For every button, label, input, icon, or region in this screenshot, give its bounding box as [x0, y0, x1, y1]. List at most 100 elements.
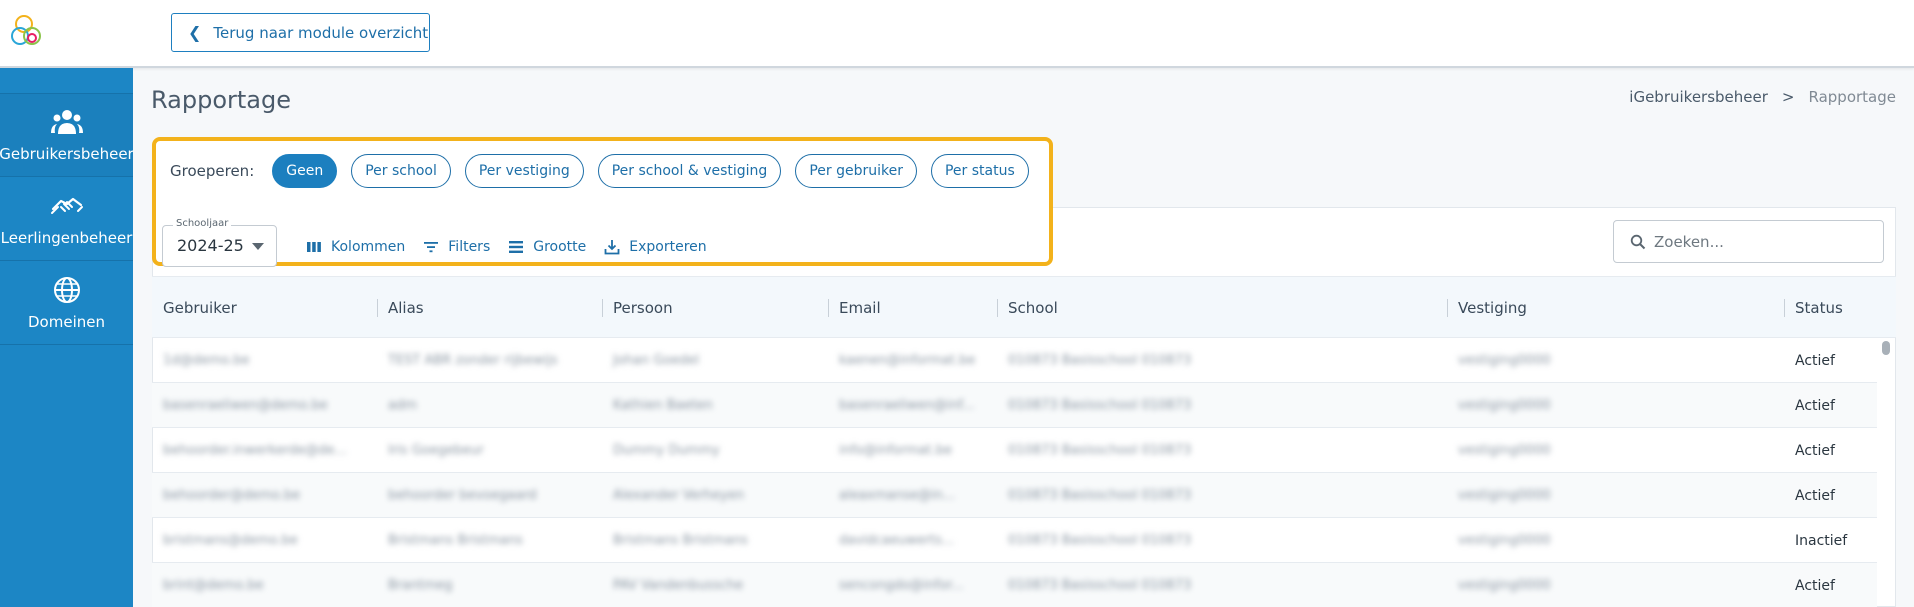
columns-label: Kolommen: [331, 239, 406, 255]
cell-school: 010873 Basisschool 010873: [1008, 578, 1192, 593]
cell-status: Actief: [1795, 352, 1835, 369]
column-header-label: Status: [1795, 299, 1843, 317]
cell-gebruiker: behoorder.inwerkerde@de...: [163, 443, 347, 458]
column-header-status[interactable]: Status: [1784, 277, 1894, 339]
group-chip-geen[interactable]: Geen: [272, 154, 338, 188]
cell-email: info@informat.be: [839, 443, 952, 458]
column-header-email[interactable]: Email: [828, 277, 997, 339]
group-chip-per-status[interactable]: Per status: [930, 154, 1029, 188]
cell-vestiging: vestiging0000: [1458, 443, 1551, 458]
column-header-gebruiker[interactable]: Gebruiker: [152, 277, 377, 339]
cell-alias: Bristmans Bristmans: [388, 533, 523, 548]
cell-vestiging: vestiging0000: [1458, 533, 1551, 548]
grouping-label: Groeperen:: [170, 162, 255, 180]
cell-email: sencongdo@infor...: [839, 578, 964, 593]
filters-button[interactable]: Filters: [423, 239, 490, 255]
grouping-toolbar-highlight: Groeperen: Geen Per school Per vestiging…: [152, 137, 1053, 267]
export-button[interactable]: Exporteren: [604, 239, 707, 255]
export-label: Exporteren: [629, 239, 707, 255]
cell-email: davidcaeuwerts...: [839, 533, 955, 548]
column-header-label: Persoon: [613, 299, 673, 317]
cell-persoon: Alexander Verheyen: [613, 488, 745, 503]
cell-status: Actief: [1795, 487, 1835, 504]
cell-alias: Iris Goegebeur: [388, 443, 484, 458]
cell-alias: behoorder bevoegaard: [388, 488, 537, 503]
group-chip-per-vestiging[interactable]: Per vestiging: [464, 154, 584, 188]
density-button[interactable]: Grootte: [508, 239, 586, 255]
back-to-modules-button[interactable]: ❮ Terug naar module overzicht: [171, 13, 430, 52]
sidebar-item-label: Domeinen: [28, 312, 105, 331]
column-separator[interactable]: [828, 299, 829, 317]
cell-gebruiker: behoorder@demo.be: [163, 488, 301, 503]
cell-gebruiker: bristmans@demo.be: [163, 533, 298, 548]
sidebar: Gebruikersbeheer Leerlingenbeheer Domein…: [0, 68, 134, 607]
cell-school: 010873 Basisschool 010873: [1008, 443, 1192, 458]
cell-gebruiker: basenraeliwen@demo.be: [163, 398, 328, 413]
table-body: 1d@demo.be TEST ABR zonder rijbewijs Joh…: [152, 338, 1877, 607]
cell-vestiging: vestiging0000: [1458, 398, 1551, 413]
table-row[interactable]: basenraeliwen@demo.be adm Kathien Baeten…: [152, 383, 1877, 428]
cell-status: Actief: [1795, 397, 1835, 414]
cell-gebruiker: 1d@demo.be: [163, 353, 250, 368]
table-row[interactable]: bristmans@demo.be Bristmans Bristmans Br…: [152, 518, 1877, 563]
cell-school: 010873 Basisschool 010873: [1008, 488, 1192, 503]
schoolyear-select[interactable]: Schooljaar 2024-25: [162, 218, 277, 267]
column-header-school[interactable]: School: [997, 277, 1447, 339]
cell-email: basenraeliwen@inf...: [839, 398, 975, 413]
cell-alias: TEST ABR zonder rijbewijs: [388, 353, 558, 368]
column-header-persoon[interactable]: Persoon: [602, 277, 828, 339]
cell-school: 010873 Basisschool 010873: [1008, 353, 1192, 368]
table-row[interactable]: brint@demo.be Brantmeg PAV Vandenbussche…: [152, 563, 1877, 607]
table-tools: Kolommen Filters Grootte Exporteren: [306, 239, 707, 255]
search-icon: [1630, 234, 1646, 249]
cell-vestiging: vestiging0000: [1458, 353, 1551, 368]
cell-status: Inactief: [1795, 532, 1848, 549]
group-chip-per-school[interactable]: Per school: [351, 154, 451, 188]
breadcrumb-current: Rapportage: [1808, 88, 1897, 106]
sidebar-item-label: Leerlingenbeheer: [0, 228, 133, 247]
breadcrumb: iGebruikersbeheer > Rapportage: [1629, 88, 1896, 106]
column-separator[interactable]: [377, 299, 378, 317]
column-header-label: Alias: [388, 299, 424, 317]
users-icon: [50, 110, 83, 134]
sidebar-item-leerlingenbeheer[interactable]: Leerlingenbeheer: [0, 177, 133, 261]
app-logo[interactable]: [10, 12, 48, 52]
sidebar-item-gebruikersbeheer[interactable]: Gebruikersbeheer: [0, 93, 134, 177]
sidebar-item-domeinen[interactable]: Domeinen: [0, 261, 133, 345]
group-chip-per-school-vestiging[interactable]: Per school & vestiging: [597, 154, 782, 188]
top-bar: ❮ Terug naar module overzicht: [0, 0, 1914, 68]
cell-gebruiker: brint@demo.be: [163, 578, 264, 593]
column-separator[interactable]: [997, 299, 998, 317]
column-header-label: Vestiging: [1458, 299, 1527, 317]
filter-icon: [424, 242, 439, 253]
cell-alias: Brantmeg: [388, 578, 453, 593]
column-header-alias[interactable]: Alias: [377, 277, 602, 339]
cell-school: 010873 Basisschool 010873: [1008, 533, 1192, 548]
columns-button[interactable]: Kolommen: [306, 239, 405, 255]
cell-school: 010873 Basisschool 010873: [1008, 398, 1192, 413]
column-header-vestiging[interactable]: Vestiging: [1447, 277, 1784, 339]
table-row[interactable]: behoorder.inwerkerde@de... Iris Goegebeu…: [152, 428, 1877, 473]
cell-vestiging: vestiging0000: [1458, 578, 1551, 593]
filters-label: Filters: [448, 239, 491, 255]
cell-email: aleaxmanse@in...: [839, 488, 956, 503]
column-separator[interactable]: [1447, 299, 1448, 317]
table-row[interactable]: 1d@demo.be TEST ABR zonder rijbewijs Joh…: [152, 338, 1877, 383]
back-button-label: Terug naar module overzicht: [213, 23, 429, 42]
schoolyear-label: Schooljaar: [173, 218, 232, 229]
table-row[interactable]: behoorder@demo.be behoorder bevoegaard A…: [152, 473, 1877, 518]
search-input[interactable]: [1654, 232, 1874, 251]
column-separator[interactable]: [1784, 299, 1785, 317]
group-chip-per-gebruiker[interactable]: Per gebruiker: [795, 154, 917, 188]
column-separator[interactable]: [602, 299, 603, 317]
breadcrumb-separator: >: [1781, 88, 1795, 106]
download-icon: [604, 240, 620, 255]
cell-status: Actief: [1795, 442, 1835, 459]
table-scrollbar[interactable]: [1882, 341, 1890, 355]
globe-icon: [53, 276, 80, 303]
search-box[interactable]: [1613, 220, 1884, 263]
page-title: Rapportage: [151, 86, 291, 114]
breadcrumb-module[interactable]: iGebruikersbeheer: [1629, 88, 1768, 106]
cell-alias: adm: [388, 398, 417, 413]
cell-persoon: Johan Goedel: [613, 353, 700, 368]
